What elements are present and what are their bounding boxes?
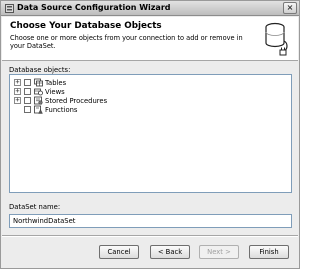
tree-node-tables[interactable]: + Tables [10, 78, 291, 87]
back-button[interactable]: < Back [150, 245, 190, 259]
database-objects-tree[interactable]: + Tables + Views + Stored Procedures Fun… [9, 74, 292, 193]
dataset-name-input[interactable]: NorthwindDataSet [9, 214, 292, 228]
functions-checkbox[interactable] [24, 106, 31, 113]
next-button[interactable]: Next > [199, 245, 239, 259]
tree-node-functions[interactable]: Functions [10, 105, 291, 114]
tree-node-stored-procedures[interactable]: + Stored Procedures [10, 96, 291, 105]
stored-procedures-icon [34, 96, 43, 105]
stored-procedures-checkbox[interactable] [24, 97, 31, 104]
expand-icon[interactable]: + [14, 88, 21, 95]
cancel-button[interactable]: Cancel [99, 245, 139, 259]
wizard-window: Data Source Configuration Wizard × Choos… [0, 0, 300, 269]
dataset-name-label: DataSet name: [9, 203, 61, 211]
finish-button[interactable]: Finish [249, 245, 289, 259]
wizard-header: Choose Your Database Objects Choose one … [2, 17, 298, 61]
close-button[interactable]: × [283, 2, 297, 14]
expand-icon[interactable]: + [14, 79, 21, 86]
database-icon [265, 22, 288, 56]
views-icon [34, 88, 43, 96]
footer-divider [2, 235, 298, 237]
views-checkbox[interactable] [24, 88, 31, 95]
window-title: Data Source Configuration Wizard [17, 3, 171, 12]
page-description: Choose one or more objects from your con… [10, 34, 243, 50]
functions-label: Functions [45, 106, 78, 114]
tree-node-views[interactable]: + Views [10, 87, 291, 96]
tables-label: Tables [45, 79, 67, 87]
stored-procedures-label: Stored Procedures [45, 97, 108, 105]
tables-icon [34, 78, 43, 87]
close-icon: × [286, 3, 294, 12]
database-objects-label: Database objects: [9, 66, 71, 74]
expand-icon[interactable]: + [14, 97, 21, 104]
title-bar[interactable]: Data Source Configuration Wizard × [1, 1, 299, 16]
functions-icon [34, 105, 43, 114]
page-title: Choose Your Database Objects [10, 21, 162, 31]
views-label: Views [45, 88, 65, 96]
tables-checkbox[interactable] [24, 79, 31, 86]
wizard-app-icon [5, 4, 14, 13]
